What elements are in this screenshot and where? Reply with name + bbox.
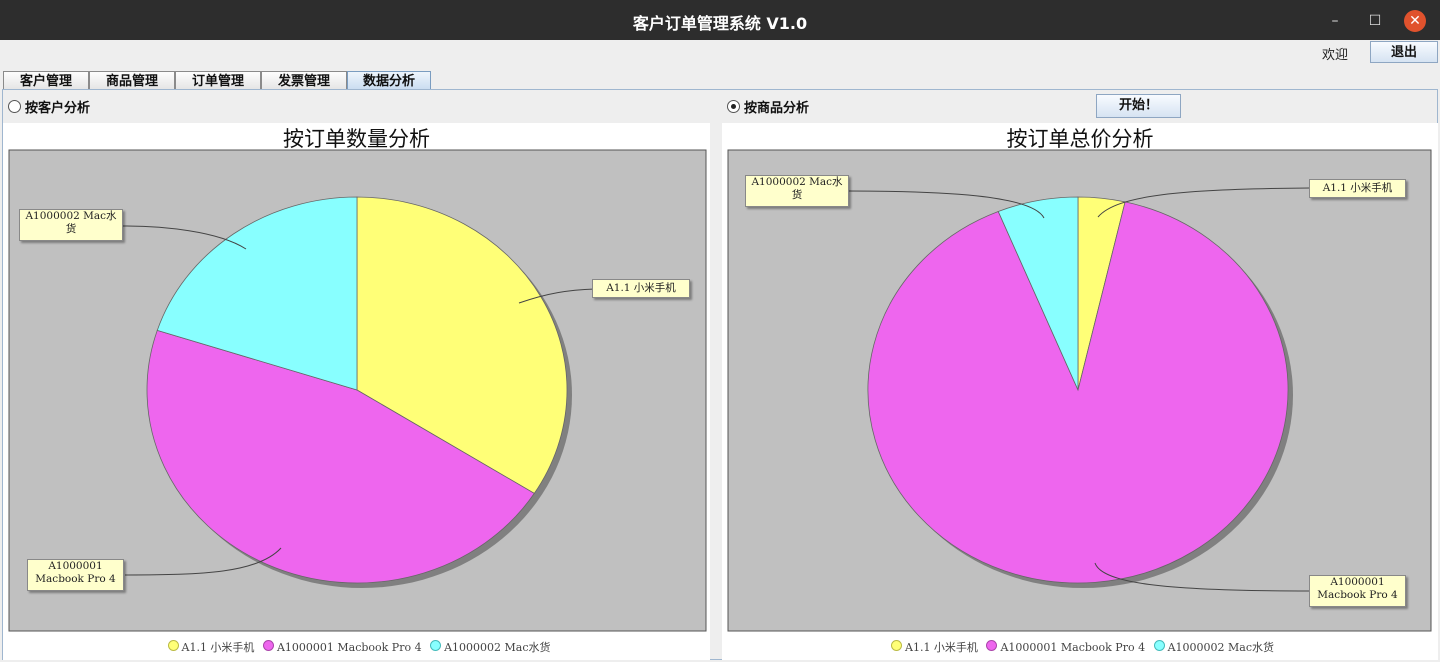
tab-customer[interactable]: 客户管理 [3, 71, 89, 90]
radio-by-customer-label: 按客户分析 [25, 101, 91, 116]
close-button[interactable]: ✕ [1404, 10, 1426, 32]
pie-label-xiaomi: A1.1 小米手机 [1309, 179, 1406, 198]
window-title: 客户订单管理系统 V1.0 [632, 14, 808, 33]
minimize-button[interactable]: – [1324, 10, 1346, 32]
legend-item: A1000002 Mac水货 [1167, 641, 1274, 654]
pie-label-line-2: Macbook Pro 4 [1317, 589, 1398, 601]
legend-swatch-xiaomi [891, 640, 902, 651]
radio-by-customer[interactable]: 按客户分析 [8, 97, 90, 116]
welcome-text: 欢迎 [1322, 48, 1349, 63]
tab-data-analysis[interactable]: 数据分析 [347, 71, 431, 90]
maximize-button[interactable]: ☐ [1364, 10, 1386, 32]
legend-swatch-macwater [1153, 640, 1165, 651]
tab-order[interactable]: 订单管理 [175, 71, 261, 90]
pie-label-line-1: A1000002 Mac水 [25, 210, 117, 222]
pie-label-line-1: A1000001 [1330, 576, 1385, 588]
legend-swatch-macbook [986, 640, 998, 651]
chart-by-total-price: 按订单总价分析 A1.1 小米手机 A1000002 Mac水 货 A10000… [722, 123, 1438, 660]
radio-by-product-label: 按商品分析 [744, 101, 810, 116]
legend-item: A1000001 Macbook Pro 4 [1000, 641, 1146, 654]
legend-swatch-macbook [262, 640, 274, 651]
radio-selected-icon [727, 100, 740, 113]
pie-label-xiaomi: A1.1 小米手机 [592, 279, 690, 298]
pie-label-macwater: A1000002 Mac水 货 [745, 175, 849, 207]
legend-item: A1000002 Mac水货 [444, 641, 551, 654]
legend-item: A1000001 Macbook Pro 4 [276, 641, 422, 654]
pie-label-line-1: A1000001 [48, 560, 103, 572]
tab-product[interactable]: 商品管理 [89, 71, 175, 90]
chart-legend: A1.1 小米手机 A1000001 Macbook Pro 4 A100000… [3, 639, 710, 655]
legend-swatch-xiaomi [167, 640, 179, 651]
start-button[interactable]: 开始！ [1096, 94, 1181, 118]
pie-label-line-1: A1000002 Mac水 [751, 176, 843, 188]
pie-label-line-2: 货 [65, 223, 77, 235]
radio-by-product[interactable]: 按商品分析 [727, 97, 809, 116]
tab-invoice[interactable]: 发票管理 [261, 71, 347, 90]
pie-label-macwater: A1000002 Mac水 货 [19, 209, 123, 241]
legend-item: A1.1 小米手机 [905, 641, 978, 654]
legend-item: A1.1 小米手机 [181, 641, 255, 654]
pie-label-line-2: 货 [791, 189, 803, 201]
chart-legend: A1.1 小米手机 A1000001 Macbook Pro 4 A100000… [722, 639, 1438, 655]
pie-label-macbook: A1000001 Macbook Pro 4 [1309, 575, 1406, 607]
legend-swatch-macwater [430, 640, 442, 651]
pie-label-line-2: Macbook Pro 4 [35, 573, 116, 585]
exit-button[interactable]: 退出 [1370, 41, 1438, 63]
title-bar: 客户订单管理系统 V1.0 – ☐ ✕ [0, 0, 1440, 40]
pie-label-macbook: A1000001 Macbook Pro 4 [27, 559, 124, 591]
radio-unselected-icon [8, 100, 21, 113]
chart-by-quantity: 按订单数量分析 A1.1 小米手机 A1000002 Mac水 货 A10000… [3, 123, 710, 660]
